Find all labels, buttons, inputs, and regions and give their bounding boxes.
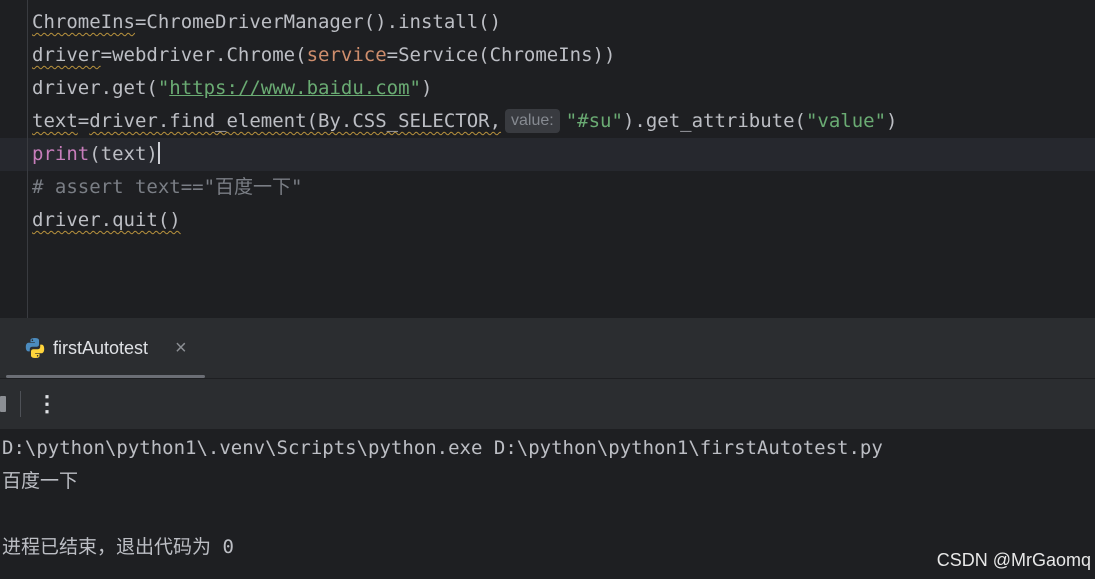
token: "#su": [565, 110, 623, 132]
token: =: [100, 44, 113, 66]
code-editor[interactable]: ChromeIns=ChromeDriverManager().install(…: [0, 0, 1095, 318]
token: ): [420, 77, 433, 99]
toolbar-separator: [20, 391, 21, 417]
more-options-icon[interactable]: ⋮: [36, 389, 58, 419]
stop-icon[interactable]: [0, 396, 6, 412]
token: (text): [89, 143, 158, 165]
token: webdriver.Chrome(: [112, 44, 307, 66]
token: ): [886, 110, 898, 132]
url-link[interactable]: https://www.baidu.com: [169, 77, 409, 99]
close-icon[interactable]: ×: [175, 335, 187, 361]
python-icon: [25, 338, 45, 358]
current-line-highlight: [0, 138, 1095, 171]
token: ).get_attribute(: [622, 110, 806, 132]
console-line: D:\python\python1\.venv\Scripts\python.e…: [2, 437, 883, 459]
token: driver.find_element(By.CSS_SELECTOR,: [89, 110, 502, 132]
token: ": [409, 77, 421, 99]
run-toolbar: ⋮: [0, 379, 1095, 430]
code-line-5[interactable]: print(text): [32, 138, 160, 171]
text-caret: [157, 142, 160, 164]
code-line-3[interactable]: driver.get("https://www.baidu.com"): [32, 72, 432, 105]
token: driver.quit(): [32, 209, 181, 231]
token: ChromeIns: [32, 11, 135, 33]
code-line-7[interactable]: driver.quit(): [32, 204, 181, 237]
code-line-6[interactable]: # assert text=="百度一下": [32, 171, 302, 204]
token: print: [32, 143, 90, 165]
token: driver.get(: [32, 77, 158, 99]
token: ": [157, 77, 170, 99]
token: service: [306, 44, 387, 66]
token: ChromeDriverManager().install(): [146, 11, 502, 33]
run-tab-label: firstAutotest: [53, 338, 149, 358]
parameter-hint: value:: [505, 109, 560, 133]
run-tool-window-tabs: firstAutotest ×: [0, 318, 1095, 379]
console-line: 百度一下: [2, 470, 79, 492]
console-output[interactable]: D:\python\python1\.venv\Scripts\python.e…: [0, 430, 1095, 579]
run-tab-firstautotest[interactable]: firstAutotest ×: [6, 318, 206, 378]
token: text: [32, 110, 78, 132]
gutter-divider: [27, 0, 28, 318]
code-line-4[interactable]: text=driver.find_element(By.CSS_SELECTOR…: [32, 105, 898, 138]
token: =: [77, 110, 90, 132]
console-line: 进程已结束，退出代码为 0: [2, 536, 234, 558]
watermark: CSDN @MrGaomq: [936, 550, 1091, 570]
code-line-2[interactable]: driver=webdriver.Chrome(service=Service(…: [32, 39, 615, 72]
code-line-1[interactable]: ChromeIns=ChromeDriverManager().install(…: [32, 6, 501, 39]
token: =Service(ChromeIns)): [386, 44, 616, 66]
comment-token: # assert text=="百度一下": [32, 176, 303, 198]
token: driver: [32, 44, 101, 66]
token: =: [134, 11, 147, 33]
token: "value": [805, 110, 887, 132]
active-tab-indicator: [6, 375, 205, 378]
